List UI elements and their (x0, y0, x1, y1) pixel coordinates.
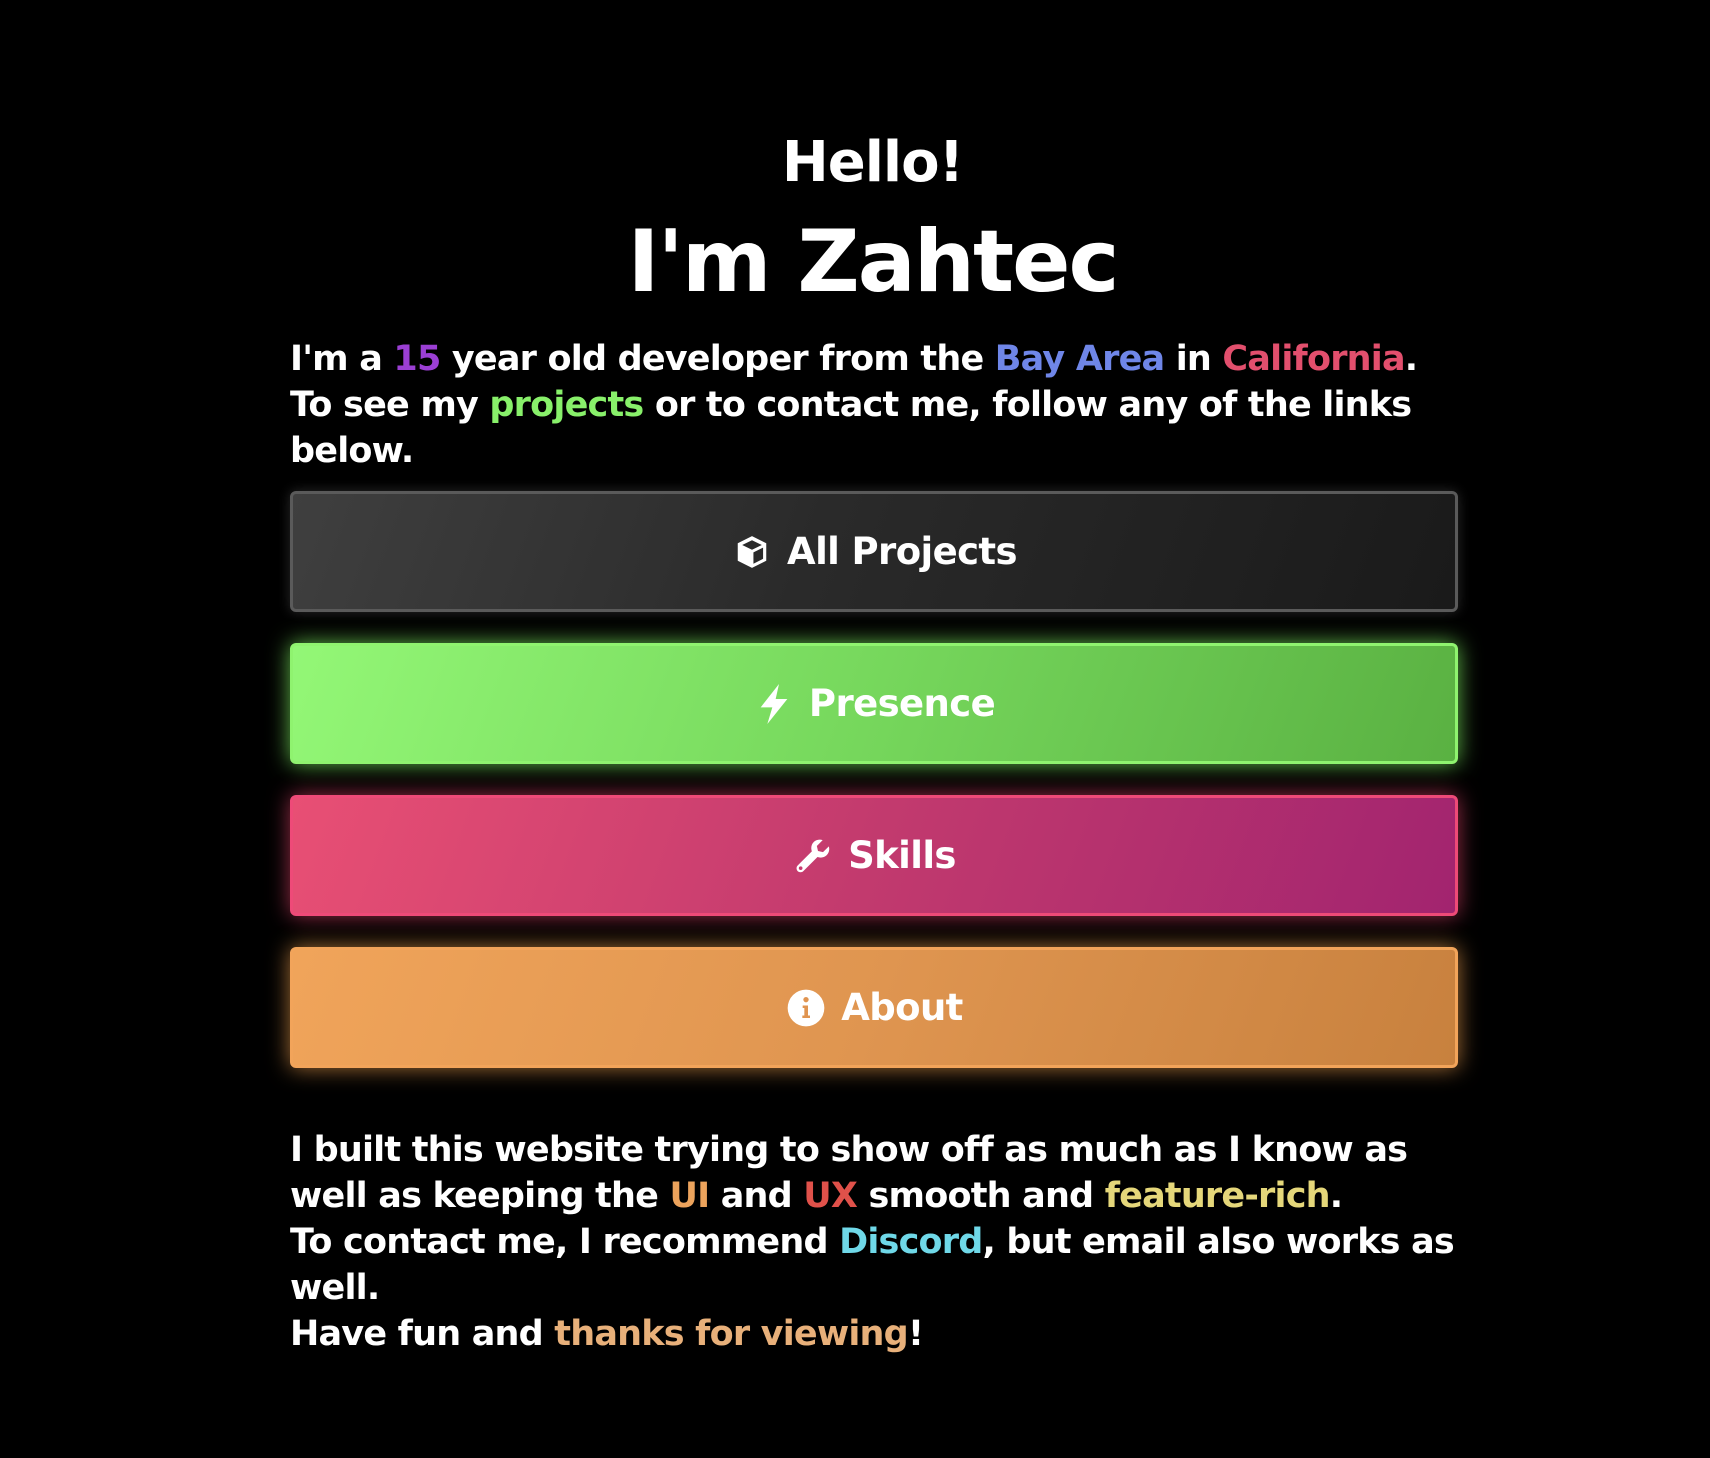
age-highlight: 15 (393, 339, 441, 379)
page: Hello! I'm Zahtec I'm a 15 year old deve… (0, 0, 1710, 1458)
intro-text: I'm a (290, 339, 394, 379)
page-title: I'm Zahtec (627, 212, 1120, 312)
intro-paragraph: I'm a 15 year old developer from the Bay… (290, 336, 1456, 474)
about-button[interactable]: About (290, 947, 1458, 1068)
info-icon (785, 987, 827, 1029)
feature-rich-highlight: feature-rich (1104, 1176, 1331, 1216)
presence-button[interactable]: Presence (290, 643, 1458, 764)
all-projects-button[interactable]: All Projects (290, 491, 1458, 612)
projects-highlight: projects (489, 385, 644, 425)
intro-text: in (1164, 339, 1223, 379)
california-highlight: California (1222, 339, 1405, 379)
discord-highlight: Discord (839, 1222, 983, 1262)
outro-text: smooth and (857, 1176, 1105, 1216)
wrench-icon (792, 835, 834, 877)
skills-label: Skills (848, 834, 956, 877)
bay-area-highlight: Bay Area (994, 339, 1165, 379)
about-label: About (841, 986, 963, 1029)
outro-text: Have fun and (290, 1314, 555, 1354)
outro-text: . (1329, 1176, 1343, 1216)
presence-label: Presence (808, 682, 996, 725)
ui-highlight: UI (669, 1176, 710, 1216)
outro-text: ! (907, 1314, 924, 1354)
intro-text: year old developer from the (440, 339, 995, 379)
all-projects-label: All Projects (787, 530, 1017, 573)
thanks-highlight: thanks for viewing (554, 1314, 908, 1354)
outro-text: and (709, 1176, 804, 1216)
ux-highlight: UX (803, 1176, 858, 1216)
skills-button[interactable]: Skills (290, 795, 1458, 916)
greeting-heading: Hello! (781, 130, 964, 195)
cube-icon (731, 531, 773, 573)
outro-paragraph: I built this website trying to show off … (290, 1127, 1456, 1357)
bolt-icon (753, 683, 795, 725)
outro-text: To contact me, I recommend (290, 1222, 840, 1262)
